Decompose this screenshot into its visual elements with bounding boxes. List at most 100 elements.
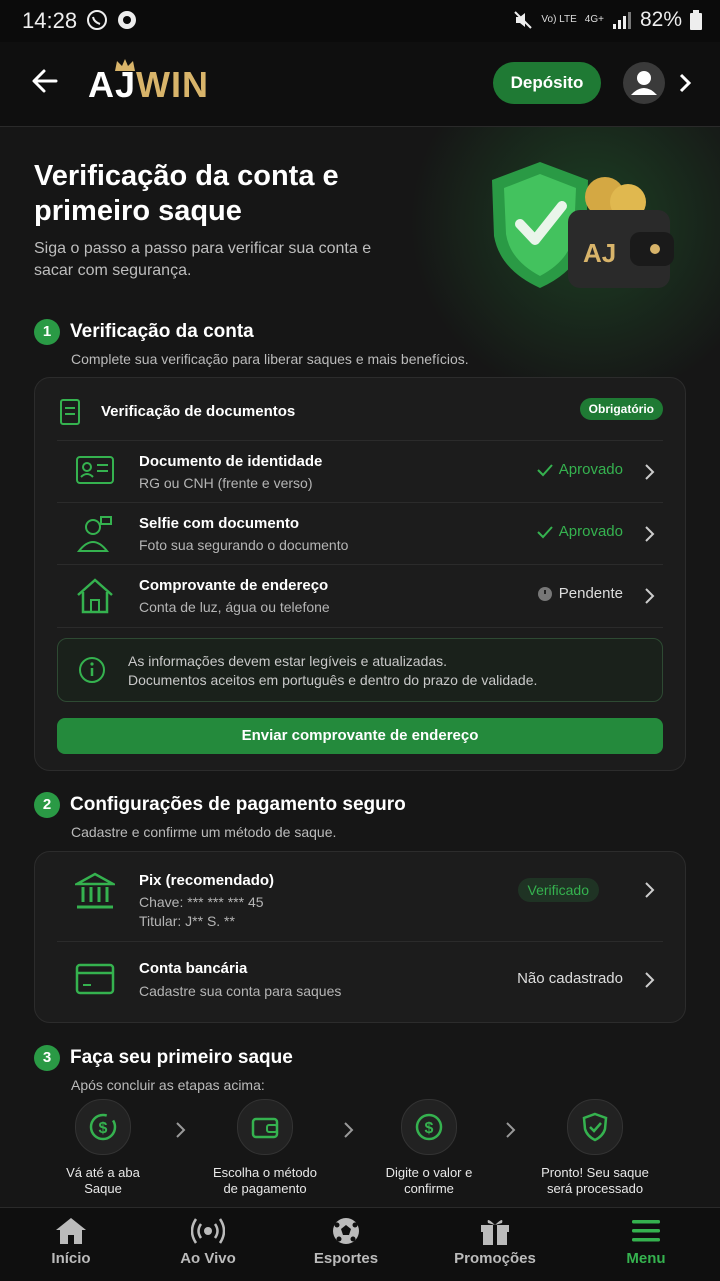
payment-card: Pix (recomendado) Chave: *** *** *** 45 …: [34, 851, 686, 1023]
svg-text:$: $: [99, 1120, 108, 1137]
avatar[interactable]: [623, 62, 665, 104]
page-title: Verificação da conta e primeiro saque: [34, 160, 339, 227]
deposit-button[interactable]: Depósito: [493, 62, 601, 104]
info-icon: [79, 657, 105, 683]
notification-icons: [86, 9, 138, 31]
chevron-right-icon: [176, 1122, 186, 1138]
list-item-address[interactable]: Comprovante de endereço Conta de luz, ág…: [57, 564, 663, 628]
battery-percent: 82%: [639, 8, 682, 31]
status-right: Vo) LTE 4G+ 82%: [513, 8, 702, 32]
gift-icon: [481, 1219, 509, 1245]
step-subtitle: Complete sua verificação para liberar sa…: [71, 351, 469, 367]
menu-icon: [632, 1220, 660, 1242]
step-2-header: 2 Configurações de pagamento seguro: [34, 792, 406, 818]
flow-step-4: Pronto! Seu saque será processado: [530, 1099, 660, 1197]
nav-item-live[interactable]: Ao Vivo: [153, 1216, 263, 1267]
nav-item-promotions[interactable]: Promoções: [440, 1216, 550, 1267]
network-label: 4G+: [584, 14, 604, 25]
status-label: Aprovado: [558, 461, 623, 478]
status-pending: Pendente: [537, 585, 623, 602]
dollar-cycle-icon: $: [75, 1099, 131, 1155]
nav-label: Esportes: [313, 1250, 379, 1267]
status-approved: Aprovado: [537, 523, 623, 540]
status-time: 14:28: [22, 8, 78, 33]
nav-label: Início: [51, 1250, 91, 1267]
volte-label: Vo) LTE: [541, 14, 577, 25]
bank-icon: [75, 872, 115, 909]
item-title: Selfie com documento: [139, 515, 300, 532]
mute-icon: [514, 11, 533, 29]
shield-wallet-illustration: AJ: [492, 162, 674, 288]
chevron-right-icon: [645, 972, 655, 988]
selfie-icon: [76, 516, 112, 552]
info-text: As informações devem estar legíveis e at…: [128, 652, 537, 690]
chevron-right-icon: [645, 588, 655, 604]
step-title: Configurações de pagamento seguro: [70, 794, 406, 815]
flow-step-2: Escolha o método de pagamento: [200, 1099, 330, 1197]
flow-step-1: $ Vá até a aba Saque: [38, 1099, 168, 1197]
nav-item-home[interactable]: Início: [16, 1216, 126, 1267]
back-button[interactable]: [30, 66, 60, 101]
step-number: 2: [34, 792, 60, 818]
list-item-pix[interactable]: Pix (recomendado) Chave: *** *** *** 45 …: [57, 852, 663, 942]
check-icon: [537, 525, 553, 538]
check-icon: [537, 463, 553, 476]
dollar-coin-icon: $: [401, 1099, 457, 1155]
item-subtitle: Foto sua segurando o documento: [139, 537, 349, 553]
item-subtitle: RG ou CNH (frente e verso): [139, 475, 313, 491]
required-badge: Obrigatório: [579, 398, 663, 420]
step-title: Verificação da conta: [70, 321, 254, 342]
document-list-icon: [60, 399, 80, 425]
bank-subtitle: Cadastre sua conta para saques: [139, 983, 342, 999]
status-label: Aprovado: [558, 523, 623, 540]
status-not-registered: Não cadastrado: [517, 970, 623, 987]
flow-label: Escolha o método: [212, 1165, 318, 1180]
flow-label: Saque: [84, 1181, 122, 1196]
app-logo[interactable]: AJWIN: [88, 64, 209, 106]
user-icon: [631, 71, 657, 95]
card-icon: [75, 963, 115, 995]
item-title: Comprovante de endereço: [139, 577, 329, 594]
status-bar: 14:28 Vo) LTE 4G+ 82%: [0, 0, 720, 42]
page-subtitle: Siga o passo a passo para verificar sua …: [34, 240, 372, 279]
chevron-right-icon: [645, 464, 655, 480]
chevron-right-icon: [645, 526, 655, 542]
info-box: As informações devem estar legíveis e at…: [57, 638, 663, 702]
send-address-proof-button[interactable]: Enviar comprovante de endereço: [57, 718, 663, 754]
chevron-right-icon: [506, 1122, 516, 1138]
chevron-right-icon[interactable]: [678, 73, 692, 93]
step-number: 1: [34, 319, 60, 345]
step-3-header: 3 Faça seu primeiro saque: [34, 1045, 293, 1071]
nav-item-menu[interactable]: Menu: [591, 1216, 701, 1267]
id-card-icon: [76, 456, 114, 484]
step-title: Faça seu primeiro saque: [70, 1047, 293, 1068]
bank-title: Conta bancária: [139, 960, 248, 977]
chevron-right-icon: [344, 1122, 354, 1138]
live-icon: [191, 1218, 225, 1244]
nav-label: Ao Vivo: [180, 1250, 236, 1267]
list-item-bank-account[interactable]: Conta bancária Cadastre sua conta para s…: [57, 941, 663, 1022]
chevron-right-icon: [645, 882, 655, 898]
main-content: Verificação da conta e primeiro saque Si…: [0, 127, 720, 1207]
list-item-selfie[interactable]: Selfie com documento Foto sua segurando …: [57, 502, 663, 565]
arrow-left-icon: [32, 69, 58, 93]
nav-label: Promoções: [454, 1250, 536, 1267]
soccer-ball-icon: [333, 1218, 359, 1244]
list-item-identity[interactable]: Documento de identidade RG ou CNH (frent…: [57, 440, 663, 503]
pix-title: Pix (recomendado): [139, 872, 275, 889]
flow-label: será processado: [546, 1181, 644, 1196]
logo-win: WIN: [136, 64, 210, 105]
nav-label: Menu: [626, 1250, 666, 1267]
step-subtitle: Cadastre e confirme um método de saque.: [71, 824, 337, 840]
info-line-1: As informações devem estar legíveis e at…: [128, 653, 448, 669]
flow-label: Vá até a aba: [66, 1165, 140, 1180]
signal-icon: [612, 12, 631, 29]
battery-icon: [690, 10, 702, 30]
flow-label: confirme: [404, 1181, 454, 1196]
status-approved: Aprovado: [537, 461, 623, 478]
clock-icon: [537, 586, 552, 601]
app-header: AJWIN Depósito: [0, 42, 720, 127]
step-number: 3: [34, 1045, 60, 1071]
nav-item-sports[interactable]: Esportes: [291, 1216, 401, 1267]
documents-card: Verificação de documentos Obrigatório Do…: [34, 377, 686, 771]
